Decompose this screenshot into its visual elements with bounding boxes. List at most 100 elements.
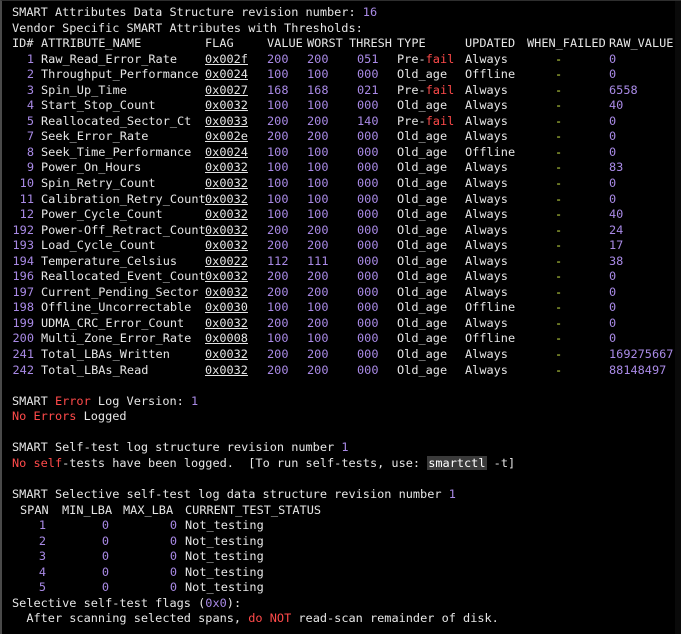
- attr-flag: 0x0032: [205, 315, 248, 330]
- attr-when-failed: -: [555, 253, 563, 268]
- attr-id: 241: [12, 347, 34, 362]
- attr-name: Offline_Uncorrectable: [41, 300, 192, 315]
- table-row: 4 0 0 Not_testing: [12, 565, 681, 581]
- attr-value: 100: [267, 176, 289, 191]
- attr-type: Old_age: [397, 129, 447, 145]
- error-log-text: SMART: [12, 393, 55, 408]
- attr-type-prefix: Pre-: [397, 82, 426, 97]
- attr-type-prefix: Old_age: [397, 98, 448, 113]
- attr-type: Old_age: [397, 285, 447, 301]
- attr-flag: 0x0032: [205, 284, 248, 299]
- attr-flag: 0x0033: [205, 113, 248, 128]
- col-max-lba-header: MAX_LBA: [123, 502, 174, 517]
- scrollbar[interactable]: [675, 1, 681, 634]
- attr-type-prefix: Old_age: [397, 176, 448, 191]
- attr-worst: 200: [307, 269, 329, 284]
- attr-thresh: 000: [357, 253, 379, 268]
- attr-thresh: 000: [357, 67, 379, 82]
- attr-flag: 0x002e: [205, 129, 248, 144]
- logged-word: Logged: [76, 409, 127, 424]
- flags-label: Selective self-test flags (: [12, 595, 206, 610]
- attr-value: 200: [267, 51, 289, 66]
- attr-flag: 0x0032: [205, 98, 248, 113]
- selftest-revision-line: SMART Self-test log structure revision n…: [12, 440, 681, 456]
- attr-id: 2: [26, 67, 34, 82]
- attr-raw: 0: [609, 331, 617, 346]
- table-row: 5 0 0 Not_testing: [12, 580, 681, 596]
- attr-when-failed: -: [555, 207, 563, 222]
- attr-id: 242: [12, 362, 34, 377]
- span-status: Not_testing: [185, 564, 264, 579]
- attr-updated: Always: [465, 160, 508, 175]
- table-row: 192 Power-Off_Retract_Count 0x0032 200 200 00…: [12, 223, 681, 239]
- span-number: 4: [38, 564, 46, 579]
- error-word: Error: [54, 393, 91, 408]
- terminal-window[interactable]: SMART Attributes Data Structure revision…: [0, 0, 681, 634]
- attr-name: Multi_Zone_Error_Rate: [41, 331, 192, 346]
- attr-type-prefix: Old_age: [397, 300, 448, 315]
- table-row: 7 Seek_Error_Rate 0x002e 200 200 000 Always - 0 O…: [12, 129, 681, 145]
- attr-worst: 100: [307, 300, 329, 315]
- col-value-header: VALUE: [267, 36, 303, 51]
- attr-thresh: 000: [357, 207, 379, 222]
- col-when-failed-header: WHEN_FAILED: [527, 36, 606, 51]
- attr-updated: Offline: [465, 144, 516, 159]
- attr-worst: 200: [307, 129, 329, 144]
- selftest-revision-label: SMART Self-test log structure revision n…: [12, 440, 342, 455]
- attr-when-failed: -: [555, 144, 563, 159]
- attr-worst: 100: [307, 176, 329, 191]
- attr-type-prefix: Old_age: [397, 269, 448, 284]
- attr-value: 200: [267, 238, 289, 253]
- span-number: 3: [38, 549, 46, 564]
- attr-raw: 38: [609, 253, 624, 268]
- attr-type-prefix: Old_age: [397, 347, 448, 362]
- attr-type: Old_age: [397, 269, 447, 285]
- attr-flag: 0x0032: [205, 238, 248, 253]
- attr-worst: 168: [307, 82, 329, 97]
- col-name-header: ATTRIBUTE_NAME: [41, 36, 142, 51]
- attr-id: 196: [12, 269, 34, 284]
- attr-name: Throughput_Performance: [41, 67, 199, 82]
- attr-flag: 0x0008: [205, 331, 248, 346]
- col-updated-header: UPDATED: [465, 36, 516, 51]
- col-flag-header: FLAG: [205, 36, 234, 51]
- attr-raw: 0: [609, 51, 617, 66]
- attr-when-failed: -: [555, 51, 563, 66]
- attr-updated: Always: [465, 362, 508, 377]
- table-row: 11 Calibration_Retry_Count 0x0032 100 100 000…: [12, 192, 681, 208]
- span-min-lba: 0: [101, 549, 109, 564]
- table-row: 4 Start_Stop_Count 0x0032 100 100 000 Always - 4…: [12, 98, 681, 114]
- attr-name: Load_Cycle_Count: [41, 238, 156, 253]
- attr-type: Old_age: [397, 238, 447, 254]
- attr-value: 100: [267, 67, 289, 82]
- attr-value: 100: [267, 300, 289, 315]
- attr-when-failed: -: [555, 160, 563, 175]
- smartctl-command[interactable]: smartctl: [427, 455, 487, 470]
- attr-id: 10: [19, 176, 34, 191]
- attr-type-prefix: Old_age: [397, 238, 448, 253]
- table-row: 2 Throughput_Performance 0x0024 100 100 000 Of…: [12, 67, 681, 83]
- col-span-header: SPAN: [20, 502, 49, 517]
- attr-flag: 0x0032: [205, 222, 248, 237]
- attr-type-prefix: Old_age: [397, 284, 448, 299]
- attr-when-failed: -: [555, 129, 563, 144]
- attr-worst: 200: [307, 238, 329, 253]
- attr-when-failed: -: [555, 362, 563, 377]
- attr-when-failed: -: [555, 191, 563, 206]
- attr-id: 197: [12, 284, 34, 299]
- span-max-lba: 0: [169, 564, 177, 579]
- attr-raw: 0: [609, 284, 617, 299]
- attr-type-prefix: Pre-: [397, 113, 426, 128]
- attr-id: 11: [19, 191, 34, 206]
- table-row: 9 Power_On_Hours 0x0032 100 100 000 Always - 83 O…: [12, 160, 681, 176]
- attr-value: 200: [267, 362, 289, 377]
- attr-flag: 0x0024: [205, 67, 248, 82]
- attr-type: Old_age: [397, 176, 447, 192]
- selective-flags-line: Selective self-test flags (0x0):: [12, 596, 681, 612]
- attr-value: 200: [267, 113, 289, 128]
- attr-value: 200: [267, 222, 289, 237]
- attr-flag: 0x0027: [205, 82, 248, 97]
- attr-worst: 200: [307, 222, 329, 237]
- attr-type: Old_age: [397, 300, 447, 316]
